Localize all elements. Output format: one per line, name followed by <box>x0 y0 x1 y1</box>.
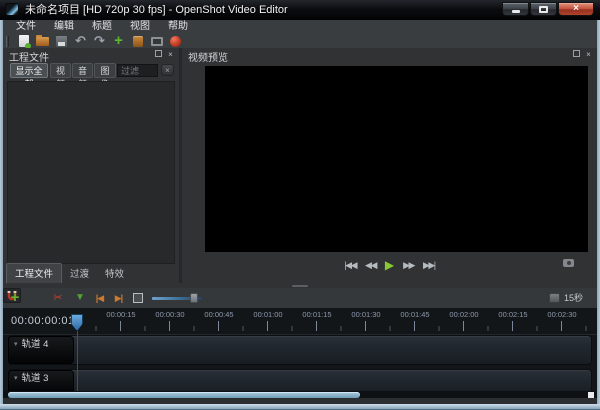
chevron-down-icon[interactable]: ▾ <box>14 374 18 384</box>
timeline-zoom-slider[interactable] <box>152 288 202 308</box>
maximize-button[interactable] <box>530 2 557 16</box>
previous-marker-button[interactable]: |◀ <box>91 288 108 308</box>
add-track-button[interactable]: + <box>7 288 23 308</box>
tab-project-files[interactable]: 工程文件 <box>6 263 62 283</box>
fast-forward-button[interactable]: ▶▶ <box>403 257 414 273</box>
playhead-timecode: 00:00:00:01 <box>11 315 75 327</box>
video-preview-header: 视频预览 × <box>182 48 597 61</box>
ruler-label: 00:01:30 <box>351 310 380 319</box>
splitter-grip-icon <box>292 285 308 288</box>
center-on-playhead-button[interactable] <box>133 293 143 303</box>
undo-button[interactable]: ↶ <box>71 34 90 48</box>
image-filter-button[interactable]: 图像 <box>94 63 116 78</box>
new-project-icon <box>19 35 29 47</box>
openshot-window: 未命名项目 [HD 720p 30 fps] - OpenShot Video … <box>0 0 600 410</box>
track-lane-4[interactable] <box>8 335 592 365</box>
project-files-panel: 工程文件 × 显示全部 视频 音频 图像 × 工程文件 过渡 特效 <box>3 48 179 283</box>
export-record-icon <box>170 36 181 47</box>
track-header-4[interactable]: ▾ 轨道 4 <box>8 336 74 364</box>
zoom-scale-label: 15秒 <box>564 288 594 308</box>
status-strip <box>3 398 597 404</box>
app-icon <box>5 3 19 16</box>
maximize-icon <box>539 6 548 13</box>
open-folder-icon <box>36 37 49 46</box>
menu-file[interactable]: 文件 <box>7 20 45 34</box>
titlebar[interactable]: 未命名项目 [HD 720p 30 fps] - OpenShot Video … <box>0 0 600 20</box>
window-border-bottom <box>0 404 600 410</box>
transport-controls: |◀◀ ◀◀ ▶ ▶▶ ▶▶| <box>182 256 597 274</box>
dock-close-icon[interactable]: × <box>166 50 175 59</box>
ruler-label: 00:01:00 <box>253 310 282 319</box>
zoom-slider-handle[interactable] <box>190 293 198 303</box>
timeline-ruler[interactable]: 00:00:00:01 00:00:15 00:00:30 00:00:45 0… <box>3 308 597 335</box>
close-button[interactable]: × <box>558 2 594 16</box>
main-toolbar: ↶ ↷ + <box>3 34 597 48</box>
track-label: 轨道 3 <box>22 374 49 384</box>
project-files-list[interactable] <box>7 81 175 264</box>
next-marker-button[interactable]: ▶| <box>110 288 127 308</box>
minimize-icon <box>512 10 520 13</box>
menu-view[interactable]: 视图 <box>121 20 159 34</box>
rewind-button[interactable]: ◀◀ <box>365 257 376 273</box>
dock-float-icon[interactable] <box>573 50 580 57</box>
video-preview-panel: 视频预览 × |◀◀ ◀◀ ▶ ▶▶ ▶▶| <box>182 48 597 283</box>
audio-filter-button[interactable]: 音频 <box>72 63 93 78</box>
timeline-horizontal-scrollbar[interactable] <box>3 391 597 398</box>
filter-clear-button[interactable]: × <box>161 64 174 76</box>
ruler-label: 00:02:00 <box>449 310 478 319</box>
open-project-button[interactable] <box>33 34 52 48</box>
dock-float-icon[interactable] <box>155 50 162 57</box>
export-video-button[interactable] <box>166 34 185 48</box>
tab-transitions[interactable]: 过渡 <box>62 264 97 283</box>
profile-icon <box>133 36 143 47</box>
toolbar-drag-handle[interactable] <box>6 36 9 47</box>
minimize-button[interactable] <box>502 2 529 16</box>
save-project-button[interactable] <box>52 34 71 48</box>
new-project-button[interactable] <box>14 34 33 48</box>
ruler-label: 00:00:45 <box>204 310 233 319</box>
jump-to-end-button[interactable]: ▶▶| <box>423 257 435 273</box>
ruler-label: 00:00:30 <box>155 310 184 319</box>
play-button[interactable]: ▶ <box>385 257 394 273</box>
menu-help[interactable]: 帮助 <box>159 20 197 34</box>
video-preview-title: 视频预览 <box>188 49 228 64</box>
video-preview-area <box>205 66 588 252</box>
razor-button[interactable]: ✂ <box>51 288 65 308</box>
window-title: 未命名项目 [HD 720p 30 fps] - OpenShot Video … <box>25 0 288 20</box>
zoom-scale-icon[interactable] <box>549 293 560 303</box>
import-files-button[interactable]: + <box>109 34 128 48</box>
ruler-label: 00:02:15 <box>498 310 527 319</box>
filter-row: 显示全部 视频 音频 图像 × <box>3 61 179 80</box>
ruler-major-ticks <box>72 321 595 331</box>
choose-profile-button[interactable] <box>128 34 147 48</box>
scrollbar-thumb[interactable] <box>8 392 360 398</box>
filter-input[interactable] <box>117 64 158 77</box>
camera-icon[interactable] <box>563 259 574 267</box>
dock-close-icon[interactable]: × <box>584 50 593 59</box>
add-marker-button[interactable]: ▼ <box>73 288 87 308</box>
video-filter-button[interactable]: 视频 <box>50 63 71 78</box>
ruler-label: 00:02:30 <box>547 310 576 319</box>
ruler-label: 00:00:15 <box>106 310 135 319</box>
chevron-down-icon[interactable]: ▾ <box>14 340 18 350</box>
redo-button[interactable]: ↷ <box>90 34 109 48</box>
track-label: 轨道 4 <box>22 340 49 350</box>
fullscreen-icon <box>151 37 163 46</box>
menu-edit[interactable]: 编辑 <box>45 20 83 34</box>
resize-grip[interactable] <box>588 392 594 398</box>
save-icon <box>56 36 67 47</box>
timeline: 00:00:00:01 00:00:15 00:00:30 00:00:45 0… <box>3 308 597 404</box>
panel-tabs: 工程文件 过渡 特效 <box>3 266 179 283</box>
ruler-label: 00:01:15 <box>302 310 331 319</box>
playhead-line <box>77 331 79 398</box>
show-all-button[interactable]: 显示全部 <box>10 63 48 78</box>
ruler-label: 00:01:45 <box>400 310 429 319</box>
fullscreen-button[interactable] <box>147 34 166 48</box>
tab-effects[interactable]: 特效 <box>97 264 132 283</box>
timeline-toolbar: + ✂ ▼ |◀ ▶| 15秒 <box>3 288 597 308</box>
project-files-header: 工程文件 × <box>3 48 179 61</box>
menu-bar: 文件 编辑 标题 视图 帮助 <box>3 20 597 34</box>
jump-to-start-button[interactable]: |◀◀ <box>344 257 356 273</box>
